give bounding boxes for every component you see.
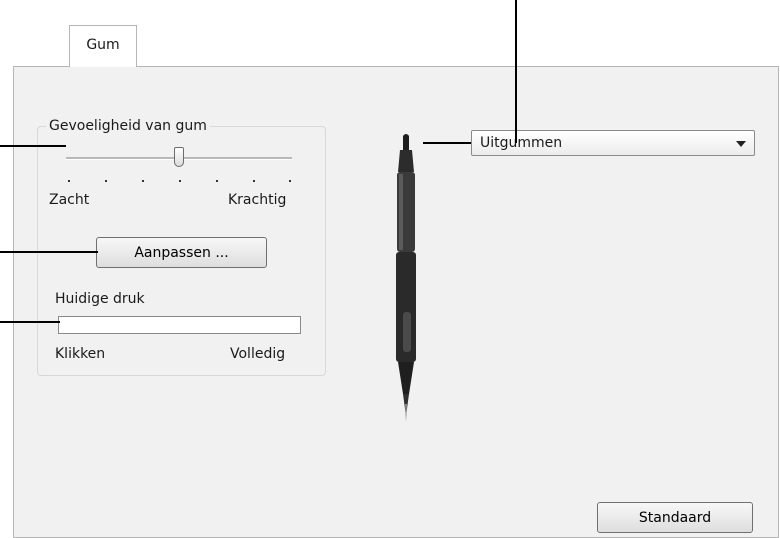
slider-tick bbox=[68, 180, 70, 182]
slider-tick bbox=[289, 180, 291, 182]
pressure-min-label: Klikken bbox=[55, 346, 106, 362]
slider-tick bbox=[216, 180, 218, 182]
eraser-sensitivity-slider-thumb[interactable] bbox=[174, 147, 184, 167]
default-button[interactable]: Standaard bbox=[597, 502, 753, 533]
callout-line-pressure bbox=[0, 321, 60, 323]
tab-gum[interactable]: Gum bbox=[69, 25, 137, 67]
customize-button[interactable]: Aanpassen ... bbox=[96, 237, 267, 268]
current-pressure-bar bbox=[58, 316, 301, 334]
tab-gum-label: Gum bbox=[86, 37, 120, 53]
eraser-function-value: Uitgummen bbox=[480, 135, 563, 151]
slider-tick bbox=[142, 180, 144, 182]
pen-icon bbox=[396, 134, 416, 422]
current-pressure-label: Huidige druk bbox=[55, 291, 145, 307]
callout-line-function bbox=[515, 0, 517, 143]
eraser-function-dropdown[interactable]: Uitgummen bbox=[471, 130, 755, 156]
callout-line-customize bbox=[0, 251, 98, 253]
slider-tick bbox=[179, 180, 181, 182]
eraser-sensitivity-title: Gevoeligheid van gum bbox=[46, 118, 210, 134]
callout-line-function-horizontal bbox=[423, 142, 471, 144]
callout-line-sensitivity bbox=[0, 145, 66, 147]
chevron-down-icon bbox=[736, 141, 746, 147]
slider-tick bbox=[253, 180, 255, 182]
pressure-max-label: Volledig bbox=[230, 346, 286, 362]
slider-tick bbox=[105, 180, 107, 182]
sensitivity-max-label: Krachtig bbox=[228, 192, 287, 208]
sensitivity-min-label: Zacht bbox=[49, 192, 90, 208]
